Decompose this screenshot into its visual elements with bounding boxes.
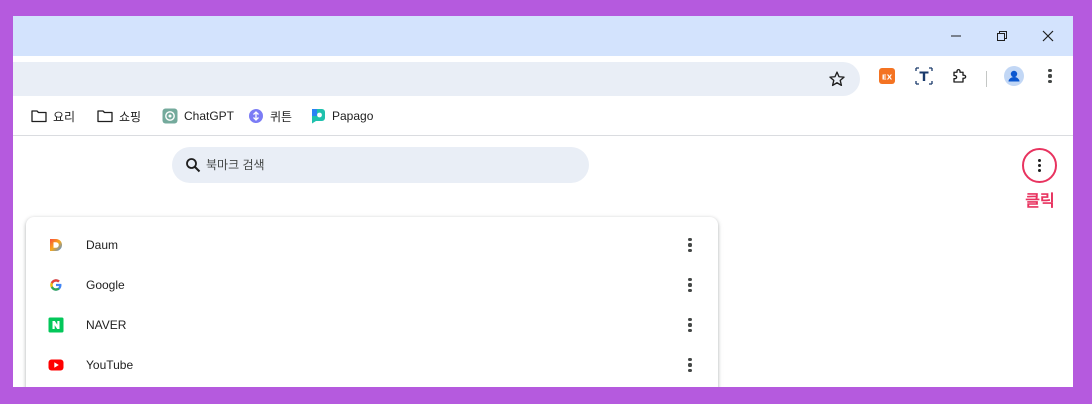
papago-icon (310, 108, 326, 124)
search-icon (184, 156, 202, 174)
bookmark-title: NAVER (86, 318, 127, 332)
minimize-icon (951, 35, 961, 37)
bookmark-list: Daum Google NAVER YouTube (26, 217, 718, 387)
vertical-dots-icon (688, 358, 692, 372)
naver-icon (48, 317, 64, 333)
organize-menu-button[interactable] (1022, 148, 1057, 183)
row-more-button[interactable] (676, 351, 704, 379)
bookmark-title: Daum (86, 238, 119, 252)
bookmark-label: 퀴튼 (270, 109, 293, 124)
bookmark-papago[interactable]: Papago (310, 105, 373, 127)
click-annotation: 클릭 (1025, 191, 1055, 210)
profile-avatar-icon (1004, 66, 1024, 86)
bookmark-row-naver[interactable]: NAVER (26, 305, 718, 345)
bookmark-folder-cooking[interactable]: 요리 (31, 105, 75, 127)
restore-button[interactable] (979, 16, 1025, 56)
puzzle-icon (953, 69, 967, 83)
toolbar-separator (986, 71, 987, 87)
google-icon (48, 277, 64, 293)
vertical-dots-icon (688, 238, 692, 252)
ex-extension-icon: EX (879, 68, 895, 84)
bookmark-row-daum[interactable]: Daum (26, 225, 718, 265)
row-more-button[interactable] (676, 231, 704, 259)
bookmark-search-input[interactable] (206, 150, 566, 180)
bookmark-label: 쇼핑 (119, 109, 142, 124)
bookmark-row-google[interactable]: Google (26, 265, 718, 305)
star-icon (829, 71, 845, 87)
chatgpt-icon (162, 108, 178, 124)
svg-text:EX: EX (882, 74, 893, 82)
bookmark-wrtn[interactable]: 퀴튼 (248, 105, 292, 127)
bookmark-folder-shopping[interactable]: 쇼핑 (97, 105, 141, 127)
daum-icon (48, 237, 64, 253)
wrtn-icon (248, 108, 264, 124)
folder-icon (97, 108, 113, 124)
folder-icon (31, 108, 47, 124)
bookmark-search-box[interactable] (172, 147, 589, 183)
address-bar[interactable] (13, 62, 860, 96)
bookmark-title: Google (86, 278, 125, 292)
extensions-button[interactable] (946, 62, 974, 90)
bookmark-chatgpt[interactable]: ChatGPT (162, 105, 234, 127)
extension-t-button[interactable] (910, 62, 938, 90)
browser-window: EX 요리 쇼핑 ChatGPT 퀴튼 Papago 북마크 검색 클릭 Dau… (13, 16, 1073, 387)
bookmarks-bar: 요리 쇼핑 ChatGPT 퀴튼 Papago (13, 96, 1073, 136)
close-icon (1042, 30, 1054, 42)
vertical-dots-icon (688, 278, 692, 292)
t-extension-icon (915, 67, 933, 85)
chrome-menu-button[interactable] (1036, 62, 1064, 90)
bookmark-star-button[interactable] (823, 65, 851, 93)
minimize-button[interactable] (933, 16, 979, 56)
row-more-button[interactable] (676, 271, 704, 299)
vertical-dots-icon (688, 318, 692, 332)
close-button[interactable] (1025, 16, 1071, 56)
bookmark-label: ChatGPT (184, 109, 235, 123)
bookmark-title: YouTube (86, 358, 134, 372)
bookmark-manager: 클릭 Daum (13, 137, 1073, 387)
youtube-icon (48, 357, 64, 373)
extension-ex-button[interactable]: EX (873, 62, 901, 90)
restore-icon (997, 31, 1007, 41)
toolbar: EX (13, 56, 1073, 96)
bookmark-label: Papago (332, 109, 374, 123)
profile-button[interactable] (1000, 62, 1028, 90)
row-more-button[interactable] (676, 311, 704, 339)
title-bar (13, 16, 1073, 56)
vertical-dots-icon (1037, 158, 1042, 173)
bookmark-row-youtube[interactable]: YouTube (26, 345, 718, 385)
bookmark-label: 요리 (53, 109, 76, 124)
vertical-dots-icon (1048, 69, 1052, 83)
